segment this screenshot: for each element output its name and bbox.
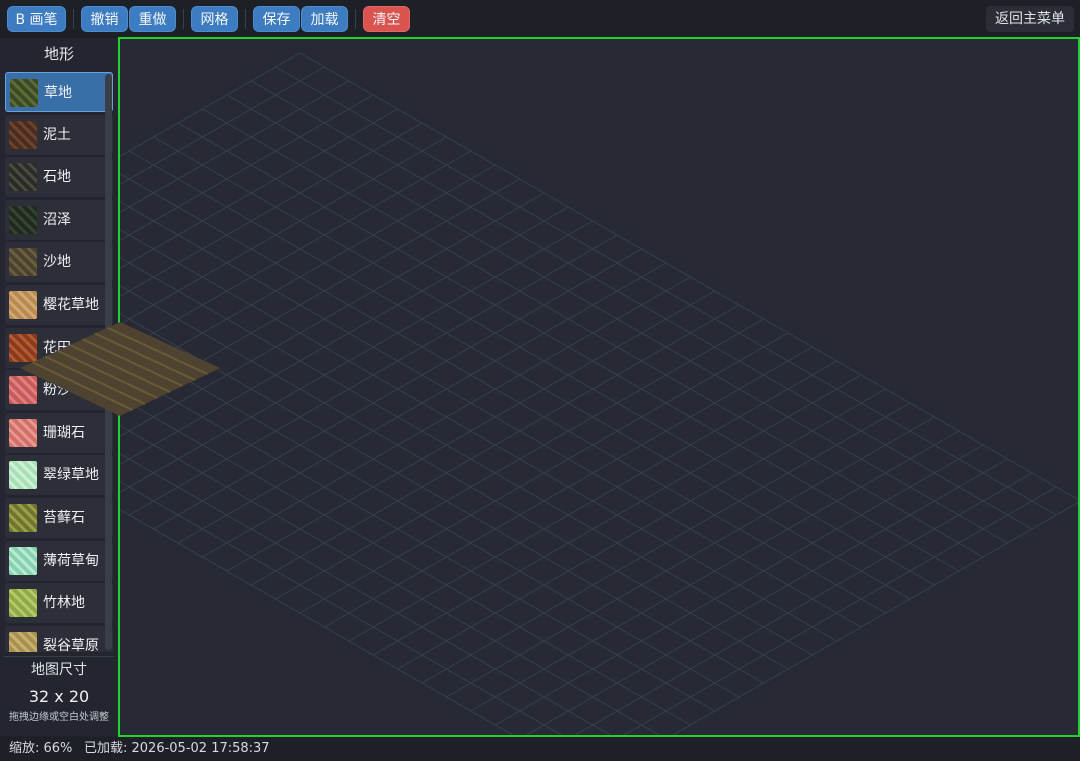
terrain-item[interactable]: 翠绿草地 bbox=[5, 455, 113, 496]
terrain-swatch-icon bbox=[9, 248, 37, 277]
terrain-item-label: 沙地 bbox=[43, 254, 71, 271]
terrain-swatch-icon bbox=[9, 546, 37, 575]
undo-button[interactable]: 撤销 bbox=[81, 6, 128, 32]
terrain-item-label: 苔藓石 bbox=[43, 510, 85, 526]
grid-line bbox=[671, 502, 1078, 735]
map-size-value: 32 x 20 bbox=[28, 687, 90, 706]
terrain-item[interactable]: 泥土 bbox=[5, 114, 113, 155]
terrain-item[interactable]: 苔藓石 bbox=[5, 498, 113, 538]
toolbar-divider bbox=[73, 9, 74, 29]
terrain-item[interactable]: 薄荷草甸 bbox=[5, 540, 113, 581]
grid-line bbox=[120, 285, 789, 670]
grid-line bbox=[525, 458, 1008, 735]
terrain-item-label: 草地 bbox=[44, 85, 72, 101]
grid-line bbox=[120, 257, 813, 656]
terrain-swatch-icon bbox=[9, 163, 37, 192]
terrain-panel-title: 地形 bbox=[43, 45, 74, 63]
map-size-title: 地图尺寸 bbox=[31, 662, 87, 678]
terrain-swatch-icon bbox=[9, 504, 37, 532]
map-size-hint: 拖拽边缘或空白处调整 bbox=[9, 712, 109, 723]
terrain-item-label: 沼泽 bbox=[43, 211, 71, 228]
terrain-swatch-icon bbox=[9, 461, 37, 490]
grid-line bbox=[574, 472, 1033, 735]
redo-button[interactable]: 重做 bbox=[129, 6, 176, 32]
save-button[interactable]: 保存 bbox=[253, 6, 300, 32]
terrain-item-label: 竹林地 bbox=[43, 595, 85, 612]
terrain-item-label: 裂谷草原 bbox=[43, 637, 99, 652]
terrain-swatch-icon bbox=[9, 291, 37, 319]
terrain-item[interactable]: 草地 bbox=[5, 72, 113, 112]
grid-toggle-button[interactable]: 网格 bbox=[191, 6, 238, 32]
grid-line bbox=[120, 341, 740, 698]
toolbar-divider bbox=[183, 9, 184, 29]
clear-button[interactable]: 清空 bbox=[363, 6, 410, 32]
terrain-item[interactable]: 沼泽 bbox=[5, 199, 113, 240]
loaded-timestamp: 已加载: 2026-05-02 17:58:37 bbox=[84, 741, 270, 756]
terrain-swatch-icon bbox=[10, 79, 38, 107]
terrain-item-label: 翠绿草地 bbox=[43, 467, 99, 484]
terrain-swatch-icon bbox=[9, 205, 37, 234]
terrain-item[interactable]: 沙地 bbox=[5, 242, 113, 283]
divider bbox=[4, 656, 114, 657]
map-canvas[interactable] bbox=[118, 37, 1080, 737]
terrain-item[interactable]: 石地 bbox=[5, 157, 113, 198]
terrain-item[interactable]: 竹林地 bbox=[5, 583, 113, 624]
grid-line bbox=[623, 486, 1057, 735]
zoom-level: 缩放: 66% bbox=[9, 741, 73, 756]
iso-grid[interactable] bbox=[120, 39, 1078, 735]
terrain-item-label: 泥土 bbox=[43, 126, 71, 143]
grid-line bbox=[120, 66, 325, 185]
terrain-item[interactable]: 裂谷草原 bbox=[5, 625, 113, 652]
terrain-item-label: 薄荷草甸 bbox=[43, 552, 99, 569]
load-button[interactable]: 加载 bbox=[301, 6, 348, 32]
toolbar-divider bbox=[245, 9, 246, 29]
grid-lines bbox=[120, 52, 1078, 735]
back-to-main-menu-button[interactable]: 返回主菜单 bbox=[986, 6, 1074, 32]
toolbar: B 画笔 撤销 重做 网格 保存 加载 清空 返回主菜单 bbox=[0, 0, 1080, 38]
terrain-swatch-icon bbox=[9, 120, 37, 149]
status-bar: 缩放: 66% 已加载: 2026-05-02 17:58:37 bbox=[0, 737, 1080, 761]
terrain-swatch-icon bbox=[9, 589, 37, 618]
toolbar-divider bbox=[355, 9, 356, 29]
painted-tile[interactable] bbox=[20, 318, 250, 428]
terrain-item-label: 石地 bbox=[43, 169, 71, 186]
brush-button[interactable]: B 画笔 bbox=[7, 6, 66, 32]
terrain-swatch-icon bbox=[9, 631, 37, 652]
grid-line bbox=[120, 52, 301, 157]
